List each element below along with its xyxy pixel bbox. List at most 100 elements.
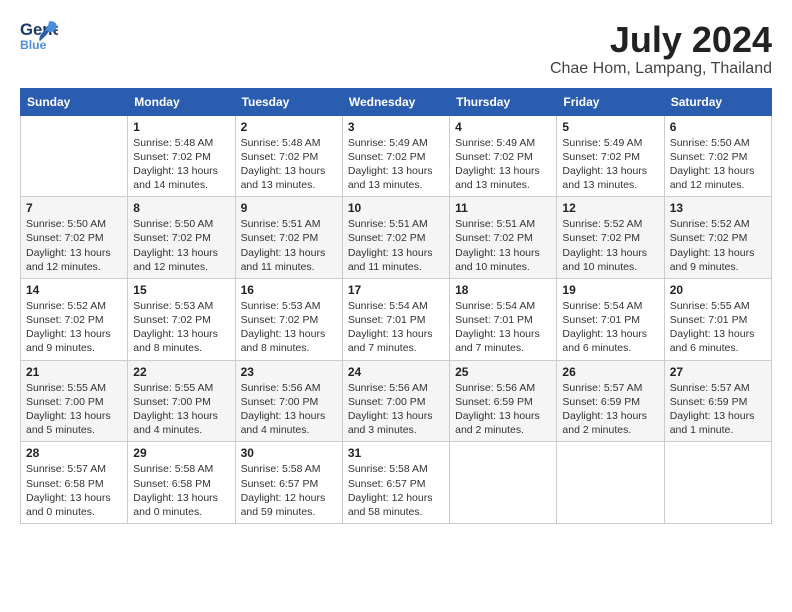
calendar-cell: 12 Sunrise: 5:52 AMSunset: 7:02 PMDayligh… [557,197,664,279]
day-number: 19 [562,283,658,297]
title-block: July 2024 Chae Hom, Lampang, Thailand [550,20,772,78]
svg-text:Blue: Blue [20,38,47,52]
day-info: Sunrise: 5:57 AMSunset: 6:59 PMDaylight:… [562,381,658,438]
calendar-cell [21,115,128,197]
day-number: 18 [455,283,551,297]
calendar-cell: 17Sunrise: 5:54 AMSunset: 7:01 PMDayligh… [342,278,449,360]
day-number: 29 [133,446,229,460]
day-info: Sunrise: 5:58 AMSunset: 6:57 PMDaylight:… [241,462,337,519]
page-header: General Blue July 2024 Chae Hom, Lampang… [20,20,772,78]
day-info: Sunrise: 5:48 AMSunset: 7:02 PMDaylight:… [133,136,229,193]
calendar-cell: 28 Sunrise: 5:57 AMSunset: 6:58 PMDayligh… [21,442,128,524]
week-row-2: 7Sunrise: 5:50 AMSunset: 7:02 PMDaylight… [21,197,772,279]
calendar-cell: 21 Sunrise: 5:55 AMSunset: 7:00 PMDayligh… [21,360,128,442]
calendar-cell: 19 Sunrise: 5:54 AMSunset: 7:01 PMDayligh… [557,278,664,360]
day-number: 30 [241,446,337,460]
day-info: Sunrise: 5:51 AMSunset: 7:02 PMDaylight:… [241,217,337,274]
calendar-cell: 10Sunrise: 5:51 AMSunset: 7:02 PMDayligh… [342,197,449,279]
day-info: Sunrise: 5:53 AMSunset: 7:02 PMDaylight:… [133,299,229,356]
day-info: Sunrise: 5:55 AMSunset: 7:01 PMDaylight:… [670,299,766,356]
day-number: 20 [670,283,766,297]
calendar-body: 1 Sunrise: 5:48 AMSunset: 7:02 PMDaylight… [21,115,772,523]
day-info: Sunrise: 5:57 AMSunset: 6:58 PMDaylight:… [26,462,122,519]
weekday-tuesday: Tuesday [235,88,342,115]
calendar-cell: 16Sunrise: 5:53 AMSunset: 7:02 PMDayligh… [235,278,342,360]
day-number: 28 [26,446,122,460]
day-number: 14 [26,283,122,297]
calendar-cell: 15 Sunrise: 5:53 AMSunset: 7:02 PMDayligh… [128,278,235,360]
day-number: 15 [133,283,229,297]
day-info: Sunrise: 5:52 AMSunset: 7:02 PMDaylight:… [26,299,122,356]
weekday-saturday: Saturday [664,88,771,115]
day-number: 17 [348,283,444,297]
day-info: Sunrise: 5:56 AMSunset: 7:00 PMDaylight:… [241,381,337,438]
day-number: 5 [562,120,658,134]
day-info: Sunrise: 5:50 AMSunset: 7:02 PMDaylight:… [133,217,229,274]
calendar-cell: 26 Sunrise: 5:57 AMSunset: 6:59 PMDayligh… [557,360,664,442]
calendar-cell [664,442,771,524]
calendar-cell: 25 Sunrise: 5:56 AMSunset: 6:59 PMDayligh… [450,360,557,442]
day-info: Sunrise: 5:49 AMSunset: 7:02 PMDaylight:… [348,136,444,193]
week-row-3: 14 Sunrise: 5:52 AMSunset: 7:02 PMDayligh… [21,278,772,360]
calendar-cell: 5Sunrise: 5:49 AMSunset: 7:02 PMDaylight… [557,115,664,197]
calendar-cell: 11 Sunrise: 5:51 AMSunset: 7:02 PMDayligh… [450,197,557,279]
calendar-cell [557,442,664,524]
day-number: 26 [562,365,658,379]
day-number: 22 [133,365,229,379]
day-info: Sunrise: 5:56 AMSunset: 6:59 PMDaylight:… [455,381,551,438]
calendar-cell [450,442,557,524]
day-info: Sunrise: 5:51 AMSunset: 7:02 PMDaylight:… [348,217,444,274]
weekday-thursday: Thursday [450,88,557,115]
day-info: Sunrise: 5:50 AMSunset: 7:02 PMDaylight:… [670,136,766,193]
calendar-cell: 18Sunrise: 5:54 AMSunset: 7:01 PMDayligh… [450,278,557,360]
day-number: 27 [670,365,766,379]
day-number: 3 [348,120,444,134]
logo-icon: General Blue [20,20,58,52]
weekday-wednesday: Wednesday [342,88,449,115]
calendar-cell: 8 Sunrise: 5:50 AMSunset: 7:02 PMDaylight… [128,197,235,279]
calendar-cell: 30 Sunrise: 5:58 AMSunset: 6:57 PMDayligh… [235,442,342,524]
calendar-cell: 3 Sunrise: 5:49 AMSunset: 7:02 PMDaylight… [342,115,449,197]
day-number: 11 [455,201,551,215]
day-number: 16 [241,283,337,297]
day-info: Sunrise: 5:52 AMSunset: 7:02 PMDaylight:… [670,217,766,274]
weekday-friday: Friday [557,88,664,115]
day-info: Sunrise: 5:54 AMSunset: 7:01 PMDaylight:… [562,299,658,356]
calendar-cell: 6Sunrise: 5:50 AMSunset: 7:02 PMDaylight… [664,115,771,197]
day-number: 1 [133,120,229,134]
month-year-title: July 2024 [550,20,772,60]
day-info: Sunrise: 5:49 AMSunset: 7:02 PMDaylight:… [455,136,551,193]
day-info: Sunrise: 5:55 AMSunset: 7:00 PMDaylight:… [133,381,229,438]
calendar-cell: 1 Sunrise: 5:48 AMSunset: 7:02 PMDaylight… [128,115,235,197]
calendar-cell: 23Sunrise: 5:56 AMSunset: 7:00 PMDayligh… [235,360,342,442]
calendar-cell: 13Sunrise: 5:52 AMSunset: 7:02 PMDayligh… [664,197,771,279]
calendar-cell: 4 Sunrise: 5:49 AMSunset: 7:02 PMDaylight… [450,115,557,197]
weekday-monday: Monday [128,88,235,115]
day-number: 4 [455,120,551,134]
day-number: 21 [26,365,122,379]
day-info: Sunrise: 5:52 AMSunset: 7:02 PMDaylight:… [562,217,658,274]
calendar-cell: 24Sunrise: 5:56 AMSunset: 7:00 PMDayligh… [342,360,449,442]
day-info: Sunrise: 5:57 AMSunset: 6:59 PMDaylight:… [670,381,766,438]
calendar-cell: 2 Sunrise: 5:48 AMSunset: 7:02 PMDaylight… [235,115,342,197]
day-info: Sunrise: 5:56 AMSunset: 7:00 PMDaylight:… [348,381,444,438]
calendar-cell: 31Sunrise: 5:58 AMSunset: 6:57 PMDayligh… [342,442,449,524]
day-number: 8 [133,201,229,215]
logo: General Blue [20,20,58,52]
day-number: 9 [241,201,337,215]
calendar-cell: 14 Sunrise: 5:52 AMSunset: 7:02 PMDayligh… [21,278,128,360]
day-number: 25 [455,365,551,379]
day-info: Sunrise: 5:51 AMSunset: 7:02 PMDaylight:… [455,217,551,274]
calendar-table: SundayMondayTuesdayWednesdayThursdayFrid… [20,88,772,524]
day-number: 12 [562,201,658,215]
weekday-sunday: Sunday [21,88,128,115]
location-subtitle: Chae Hom, Lampang, Thailand [550,60,772,78]
calendar-cell: 22 Sunrise: 5:55 AMSunset: 7:00 PMDayligh… [128,360,235,442]
week-row-1: 1 Sunrise: 5:48 AMSunset: 7:02 PMDaylight… [21,115,772,197]
weekday-header-row: SundayMondayTuesdayWednesdayThursdayFrid… [21,88,772,115]
day-number: 2 [241,120,337,134]
day-info: Sunrise: 5:50 AMSunset: 7:02 PMDaylight:… [26,217,122,274]
week-row-4: 21 Sunrise: 5:55 AMSunset: 7:00 PMDayligh… [21,360,772,442]
day-info: Sunrise: 5:48 AMSunset: 7:02 PMDaylight:… [241,136,337,193]
day-info: Sunrise: 5:55 AMSunset: 7:00 PMDaylight:… [26,381,122,438]
